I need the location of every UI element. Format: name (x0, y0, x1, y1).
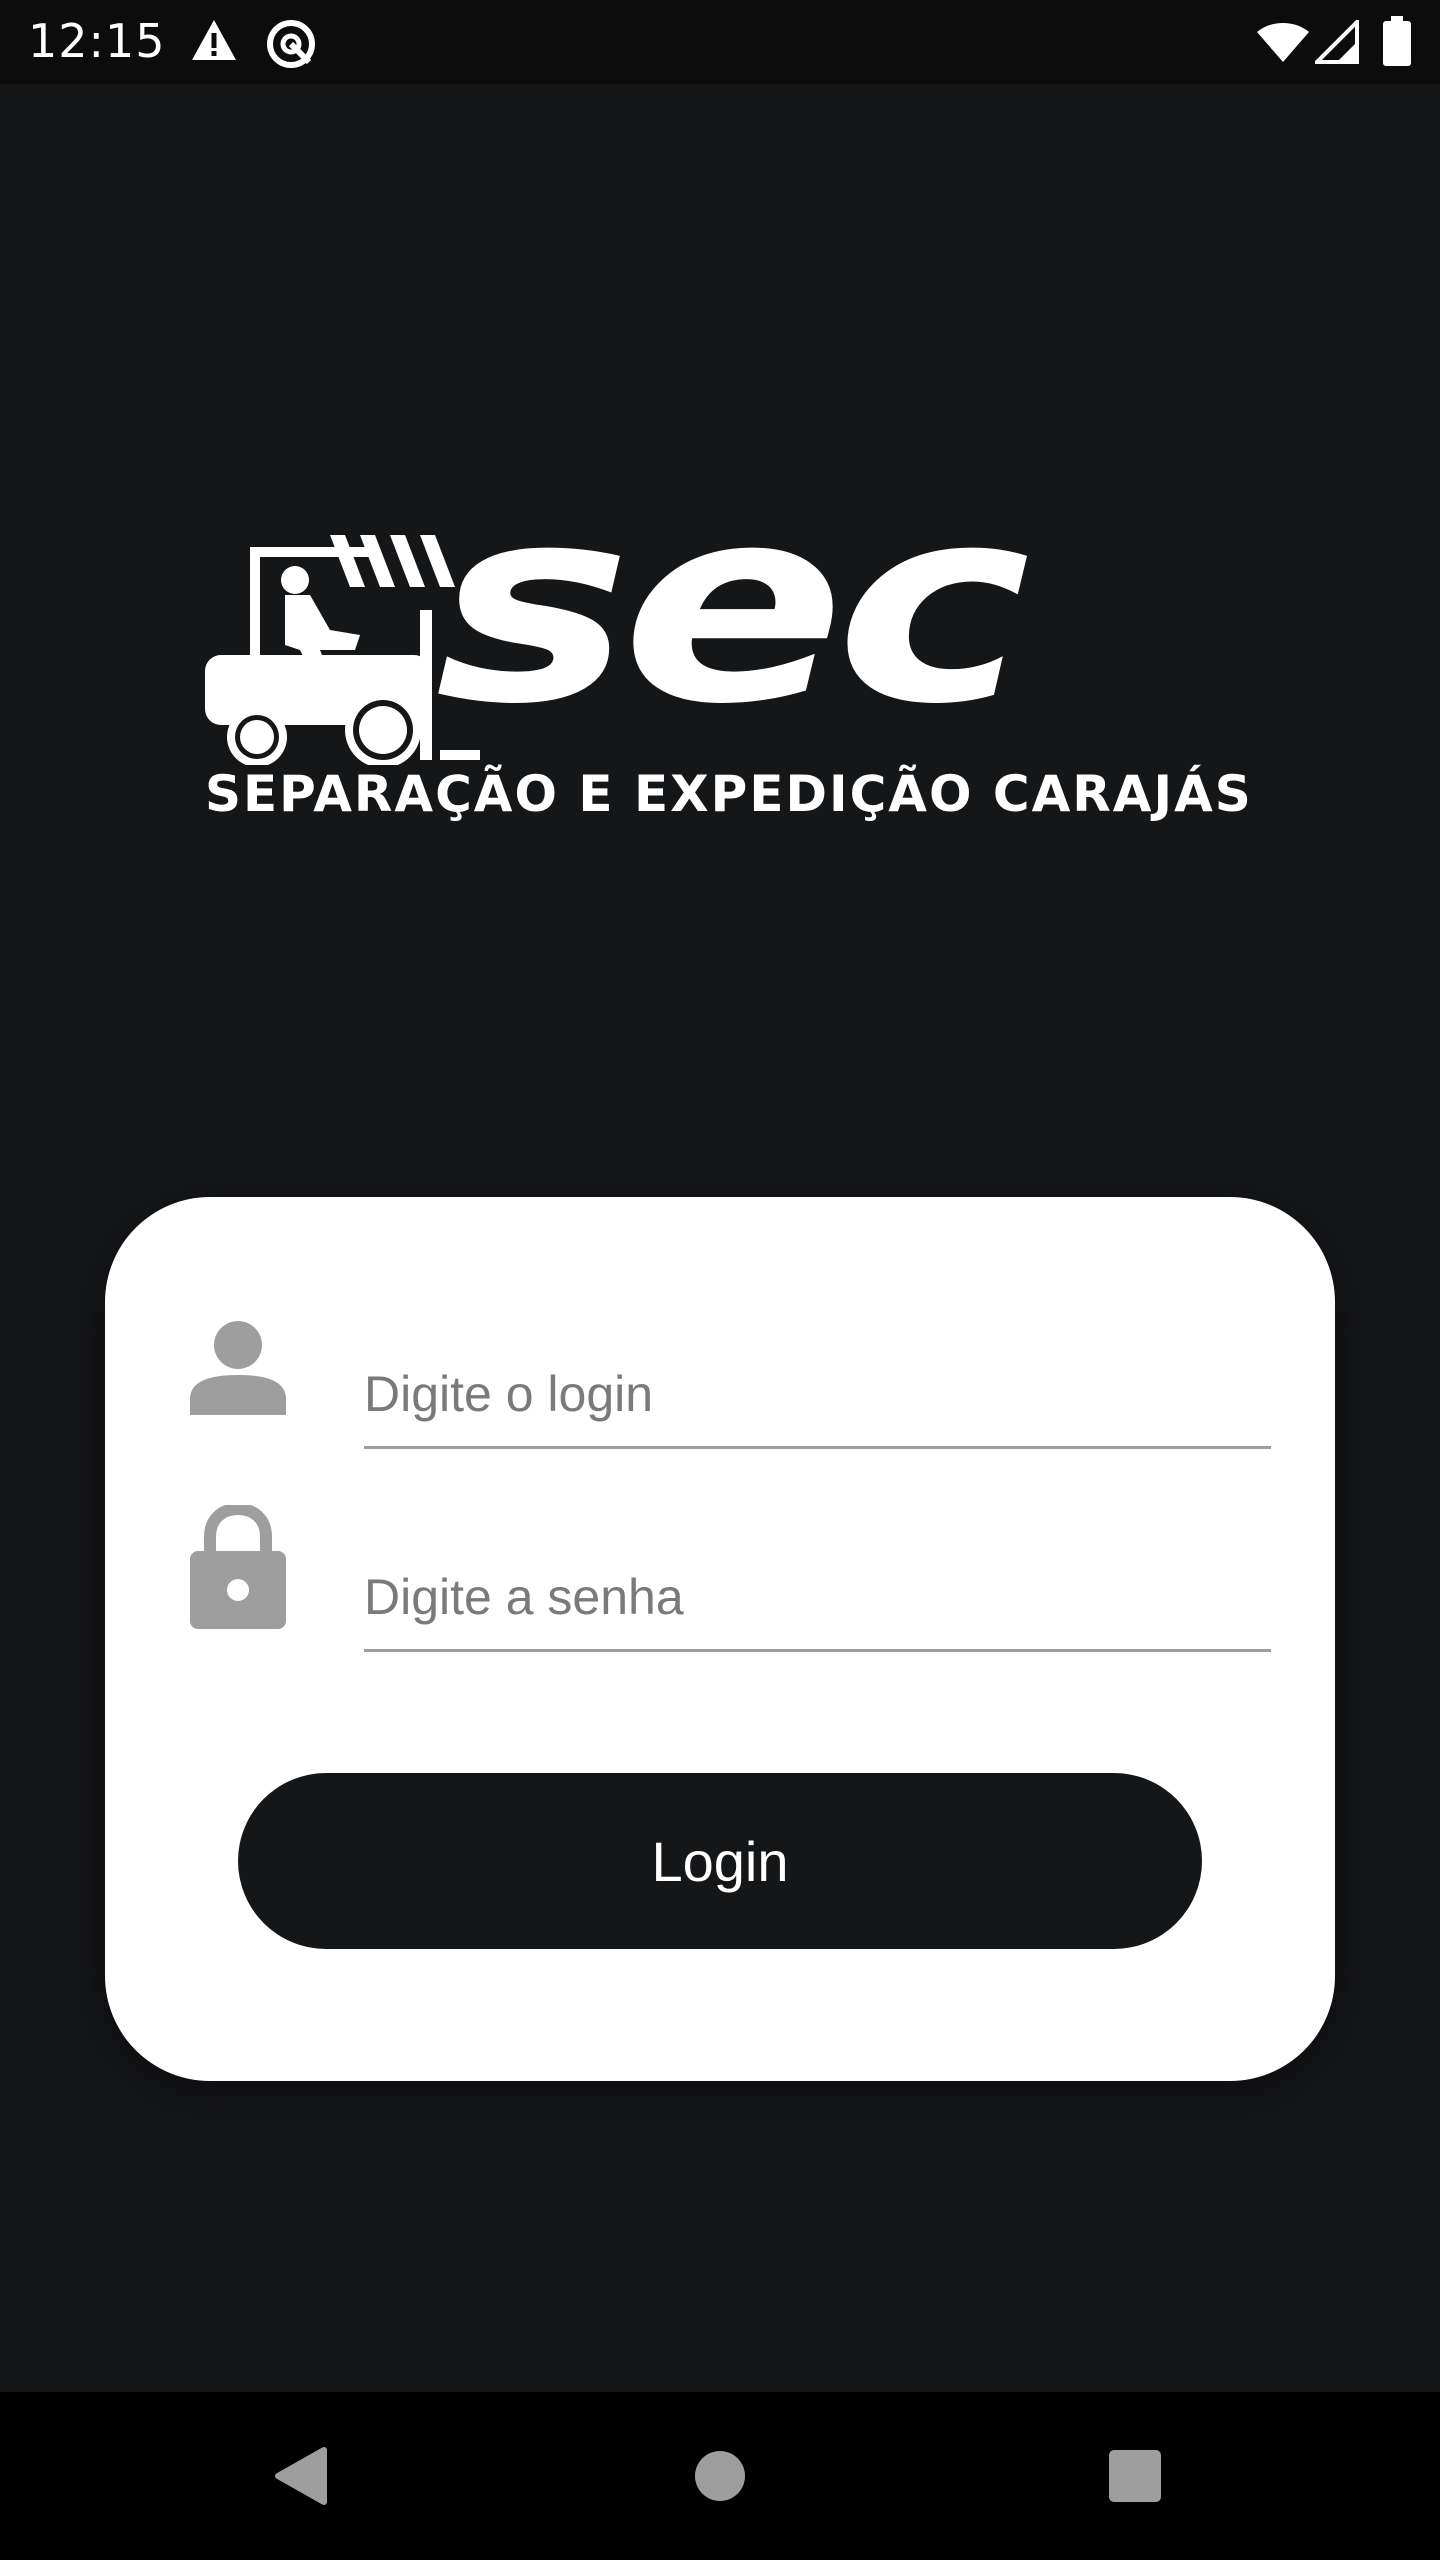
recents-icon (1109, 2450, 1161, 2502)
password-input[interactable] (364, 1552, 1271, 1652)
wifi-icon (1257, 23, 1309, 62)
sync-icon (267, 20, 315, 68)
warning-icon (192, 20, 236, 60)
logo-tagline: SEPARAÇÃO E EXPEDIÇÃO CARAJÁS (205, 765, 1253, 823)
sec-logo: SEC SEPARAÇÃO E EXPEDIÇÃO CARAJÁS (205, 470, 1253, 835)
nav-recents-button[interactable] (1035, 2392, 1235, 2560)
login-input[interactable] (364, 1349, 1271, 1449)
brand-wordmark: SEC (435, 448, 1031, 764)
user-icon (190, 1321, 286, 1415)
status-bar: 12:15 (0, 0, 1440, 84)
home-icon (695, 2451, 745, 2501)
lock-icon (190, 1505, 286, 1629)
navigation-bar (0, 2392, 1440, 2560)
nav-home-button[interactable] (620, 2392, 820, 2560)
login-card: Login (105, 1197, 1335, 2081)
battery-icon (1383, 16, 1411, 66)
nav-back-button[interactable] (200, 2392, 400, 2560)
status-time: 12:15 (28, 14, 166, 68)
login-button[interactable]: Login (238, 1773, 1202, 1949)
login-screen: 12:15 sec SEPARAÇÃO E EXPEDIÇÃO CARAJÁS … (0, 0, 1440, 2560)
cell-signal-icon (1315, 20, 1359, 64)
back-icon (275, 2447, 327, 2505)
